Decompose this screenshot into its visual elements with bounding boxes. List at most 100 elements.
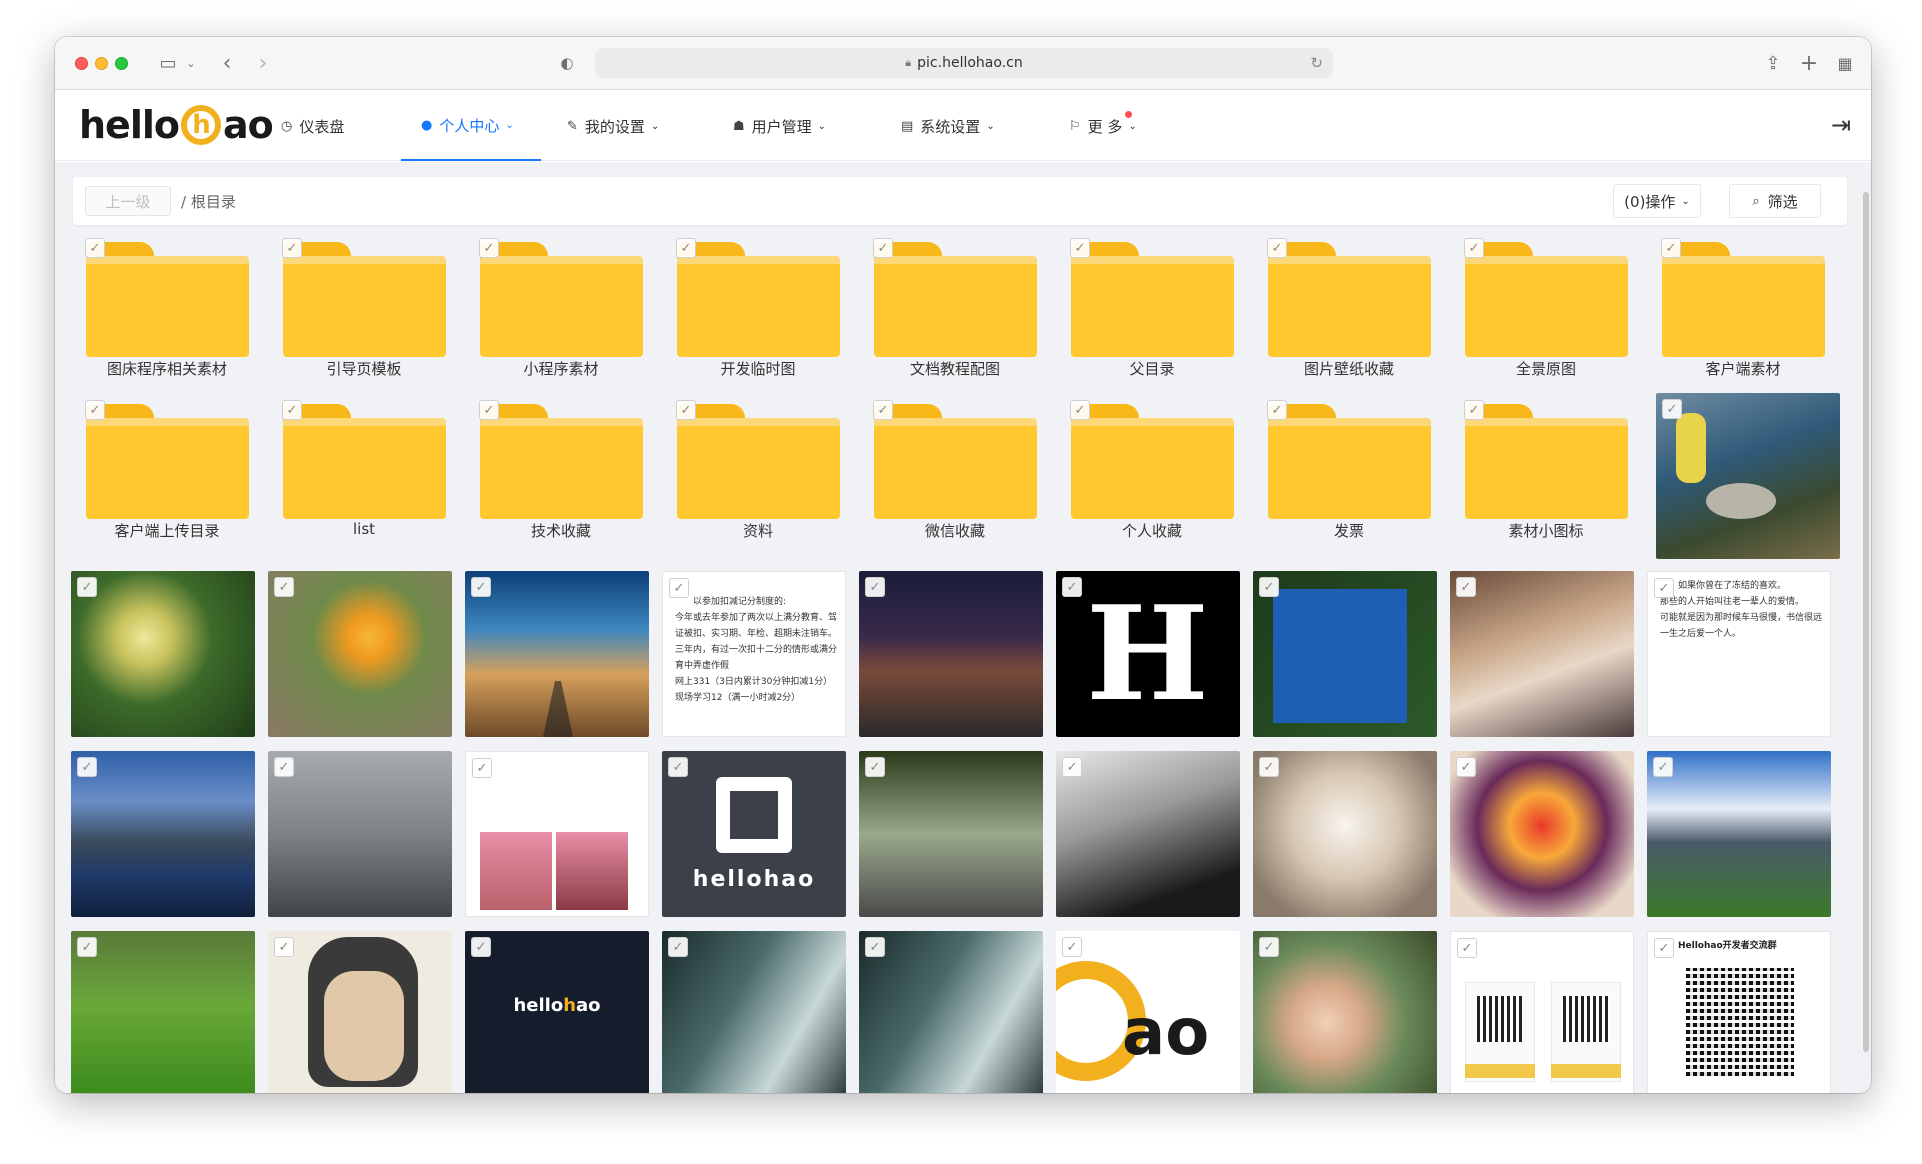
folder-item[interactable]: ✓ 个人收藏 bbox=[1060, 392, 1244, 544]
image-thumbnail[interactable]: ✓ bbox=[1647, 751, 1831, 917]
folder-item[interactable]: ✓ 发票 bbox=[1257, 392, 1441, 544]
image-thumbnail[interactable]: ✓ bbox=[1253, 571, 1437, 737]
image-thumbnail[interactable]: ✓ bbox=[1450, 931, 1634, 1093]
nav-personal-center[interactable]: ● 个人中心 ⌄ bbox=[401, 91, 541, 161]
checkbox[interactable]: ✓ bbox=[1654, 938, 1674, 958]
checkbox[interactable]: ✓ bbox=[1062, 577, 1082, 597]
folder-item[interactable]: ✓ 图片壁纸收藏 bbox=[1257, 230, 1441, 382]
folder-item[interactable]: ✓ 资料 bbox=[666, 392, 850, 544]
image-thumbnail[interactable]: ✓ bbox=[859, 751, 1043, 917]
image-thumbnail[interactable]: ✓ bbox=[859, 571, 1043, 737]
image-thumbnail[interactable]: ✓ bbox=[1253, 751, 1437, 917]
checkbox[interactable]: ✓ bbox=[676, 400, 696, 420]
image-thumbnail[interactable]: ✓ bbox=[1656, 393, 1840, 559]
checkbox[interactable]: ✓ bbox=[873, 400, 893, 420]
address-bar[interactable]: 🔒︎ pic.hellohao.cn ↻ bbox=[595, 48, 1333, 78]
checkbox[interactable]: ✓ bbox=[471, 937, 491, 957]
checkbox[interactable]: ✓ bbox=[668, 937, 688, 957]
folder-item[interactable]: ✓ 开发临时图 bbox=[666, 230, 850, 382]
folder-item[interactable]: ✓ 小程序素材 bbox=[469, 230, 653, 382]
image-thumbnail[interactable]: ✓ bbox=[465, 571, 649, 737]
checkbox[interactable]: ✓ bbox=[669, 578, 689, 598]
checkbox[interactable]: ✓ bbox=[1267, 238, 1287, 258]
folder-item[interactable]: ✓ 客户端上传目录 bbox=[75, 392, 259, 544]
share-icon[interactable]: ⇪ bbox=[1761, 51, 1785, 75]
hellohao-logo[interactable]: hello h ao bbox=[79, 103, 274, 147]
minimize-window-button[interactable] bbox=[95, 57, 108, 70]
checkbox[interactable]: ✓ bbox=[1062, 937, 1082, 957]
image-thumbnail[interactable]: ✓ bbox=[71, 571, 255, 737]
folder-item[interactable]: ✓ 父目录 bbox=[1060, 230, 1244, 382]
folder-item[interactable]: ✓ 文档教程配图 bbox=[863, 230, 1047, 382]
image-thumbnail[interactable]: ✓ bbox=[1450, 571, 1634, 737]
checkbox[interactable]: ✓ bbox=[1456, 757, 1476, 777]
checkbox[interactable]: ✓ bbox=[1259, 937, 1279, 957]
checkbox[interactable]: ✓ bbox=[1070, 400, 1090, 420]
new-tab-icon[interactable]: + bbox=[1797, 51, 1821, 76]
checkbox[interactable]: ✓ bbox=[472, 758, 492, 778]
checkbox[interactable]: ✓ bbox=[865, 937, 885, 957]
zoom-window-button[interactable] bbox=[115, 57, 128, 70]
image-thumbnail[interactable]: ✓ hellohao bbox=[662, 751, 846, 917]
checkbox[interactable]: ✓ bbox=[77, 937, 97, 957]
operate-dropdown[interactable]: (0)操作 ⌄ bbox=[1613, 184, 1701, 218]
image-thumbnail[interactable]: ✓ ao bbox=[1056, 931, 1240, 1093]
checkbox[interactable]: ✓ bbox=[668, 757, 688, 777]
checkbox[interactable]: ✓ bbox=[1661, 238, 1681, 258]
checkbox[interactable]: ✓ bbox=[1464, 238, 1484, 258]
checkbox[interactable]: ✓ bbox=[77, 577, 97, 597]
folder-item[interactable]: ✓ 素材小图标 bbox=[1454, 392, 1638, 544]
filter-button[interactable]: ⌕ 筛选 bbox=[1729, 184, 1821, 218]
folder-item[interactable]: ✓ 全景原图 bbox=[1454, 230, 1638, 382]
image-thumbnail[interactable]: ✓ hellohao bbox=[465, 931, 649, 1093]
nav-user-management[interactable]: ☗ 用户管理 ⌄ bbox=[733, 91, 826, 161]
nav-more[interactable]: ⚐ 更 多 ⌄ bbox=[1069, 91, 1137, 161]
nav-system-settings[interactable]: ▤ 系统设置 ⌄ bbox=[901, 91, 995, 161]
reload-icon[interactable]: ↻ bbox=[1310, 54, 1323, 72]
checkbox[interactable]: ✓ bbox=[479, 400, 499, 420]
checkbox[interactable]: ✓ bbox=[274, 577, 294, 597]
folder-item[interactable]: ✓ 图床程序相关素材 bbox=[75, 230, 259, 382]
checkbox[interactable]: ✓ bbox=[479, 238, 499, 258]
folder-item[interactable]: ✓ 引导页模板 bbox=[272, 230, 456, 382]
checkbox[interactable]: ✓ bbox=[282, 400, 302, 420]
checkbox[interactable]: ✓ bbox=[1662, 399, 1682, 419]
checkbox[interactable]: ✓ bbox=[865, 577, 885, 597]
image-thumbnail[interactable]: ✓ bbox=[1253, 931, 1437, 1093]
image-thumbnail[interactable]: ✓ bbox=[1450, 751, 1634, 917]
checkbox[interactable]: ✓ bbox=[1062, 757, 1082, 777]
qrcode-thumbnail[interactable]: ✓ Hellohao开发者交流群 bbox=[1647, 931, 1831, 1093]
checkbox[interactable]: ✓ bbox=[471, 577, 491, 597]
tab-overview-icon[interactable]: ▦ bbox=[1833, 51, 1857, 75]
image-thumbnail[interactable]: ✓ bbox=[859, 931, 1043, 1093]
image-thumbnail[interactable]: ✓ bbox=[268, 571, 452, 737]
image-thumbnail[interactable]: ✓ bbox=[662, 931, 846, 1093]
checkbox[interactable]: ✓ bbox=[1456, 577, 1476, 597]
checkbox[interactable]: ✓ bbox=[282, 238, 302, 258]
forward-icon[interactable]: › bbox=[251, 51, 275, 76]
checkbox[interactable]: ✓ bbox=[274, 937, 294, 957]
checkbox[interactable]: ✓ bbox=[1653, 757, 1673, 777]
shield-icon[interactable]: ◐ bbox=[555, 51, 579, 75]
checkbox[interactable]: ✓ bbox=[85, 238, 105, 258]
folder-item[interactable]: ✓ 技术收藏 bbox=[469, 392, 653, 544]
checkbox[interactable]: ✓ bbox=[85, 400, 105, 420]
nav-my-settings[interactable]: ✎ 我的设置 ⌄ bbox=[567, 91, 659, 161]
document-thumbnail[interactable]: ✓ 以参加扣减记分制度的: 今年或去年参加了两次以上满分教育、驾驶 证被扣、实习… bbox=[662, 571, 846, 737]
checkbox[interactable]: ✓ bbox=[274, 757, 294, 777]
folder-item[interactable]: ✓ 客户端素材 bbox=[1651, 230, 1835, 382]
checkbox[interactable]: ✓ bbox=[1654, 578, 1674, 598]
checkbox[interactable]: ✓ bbox=[1259, 757, 1279, 777]
checkbox[interactable]: ✓ bbox=[1259, 577, 1279, 597]
go-up-button[interactable]: 上一级 bbox=[85, 186, 171, 216]
image-thumbnail[interactable]: ✓ H bbox=[1056, 571, 1240, 737]
checkbox[interactable]: ✓ bbox=[1464, 400, 1484, 420]
checkbox[interactable]: ✓ bbox=[865, 757, 885, 777]
checkbox[interactable]: ✓ bbox=[1457, 938, 1477, 958]
checkbox[interactable]: ✓ bbox=[1267, 400, 1287, 420]
close-window-button[interactable] bbox=[75, 57, 88, 70]
logout-icon[interactable]: ⇥ bbox=[1831, 111, 1851, 139]
checkbox[interactable]: ✓ bbox=[676, 238, 696, 258]
image-thumbnail[interactable]: ✓ bbox=[71, 931, 255, 1093]
back-icon[interactable]: ‹ bbox=[215, 51, 239, 76]
